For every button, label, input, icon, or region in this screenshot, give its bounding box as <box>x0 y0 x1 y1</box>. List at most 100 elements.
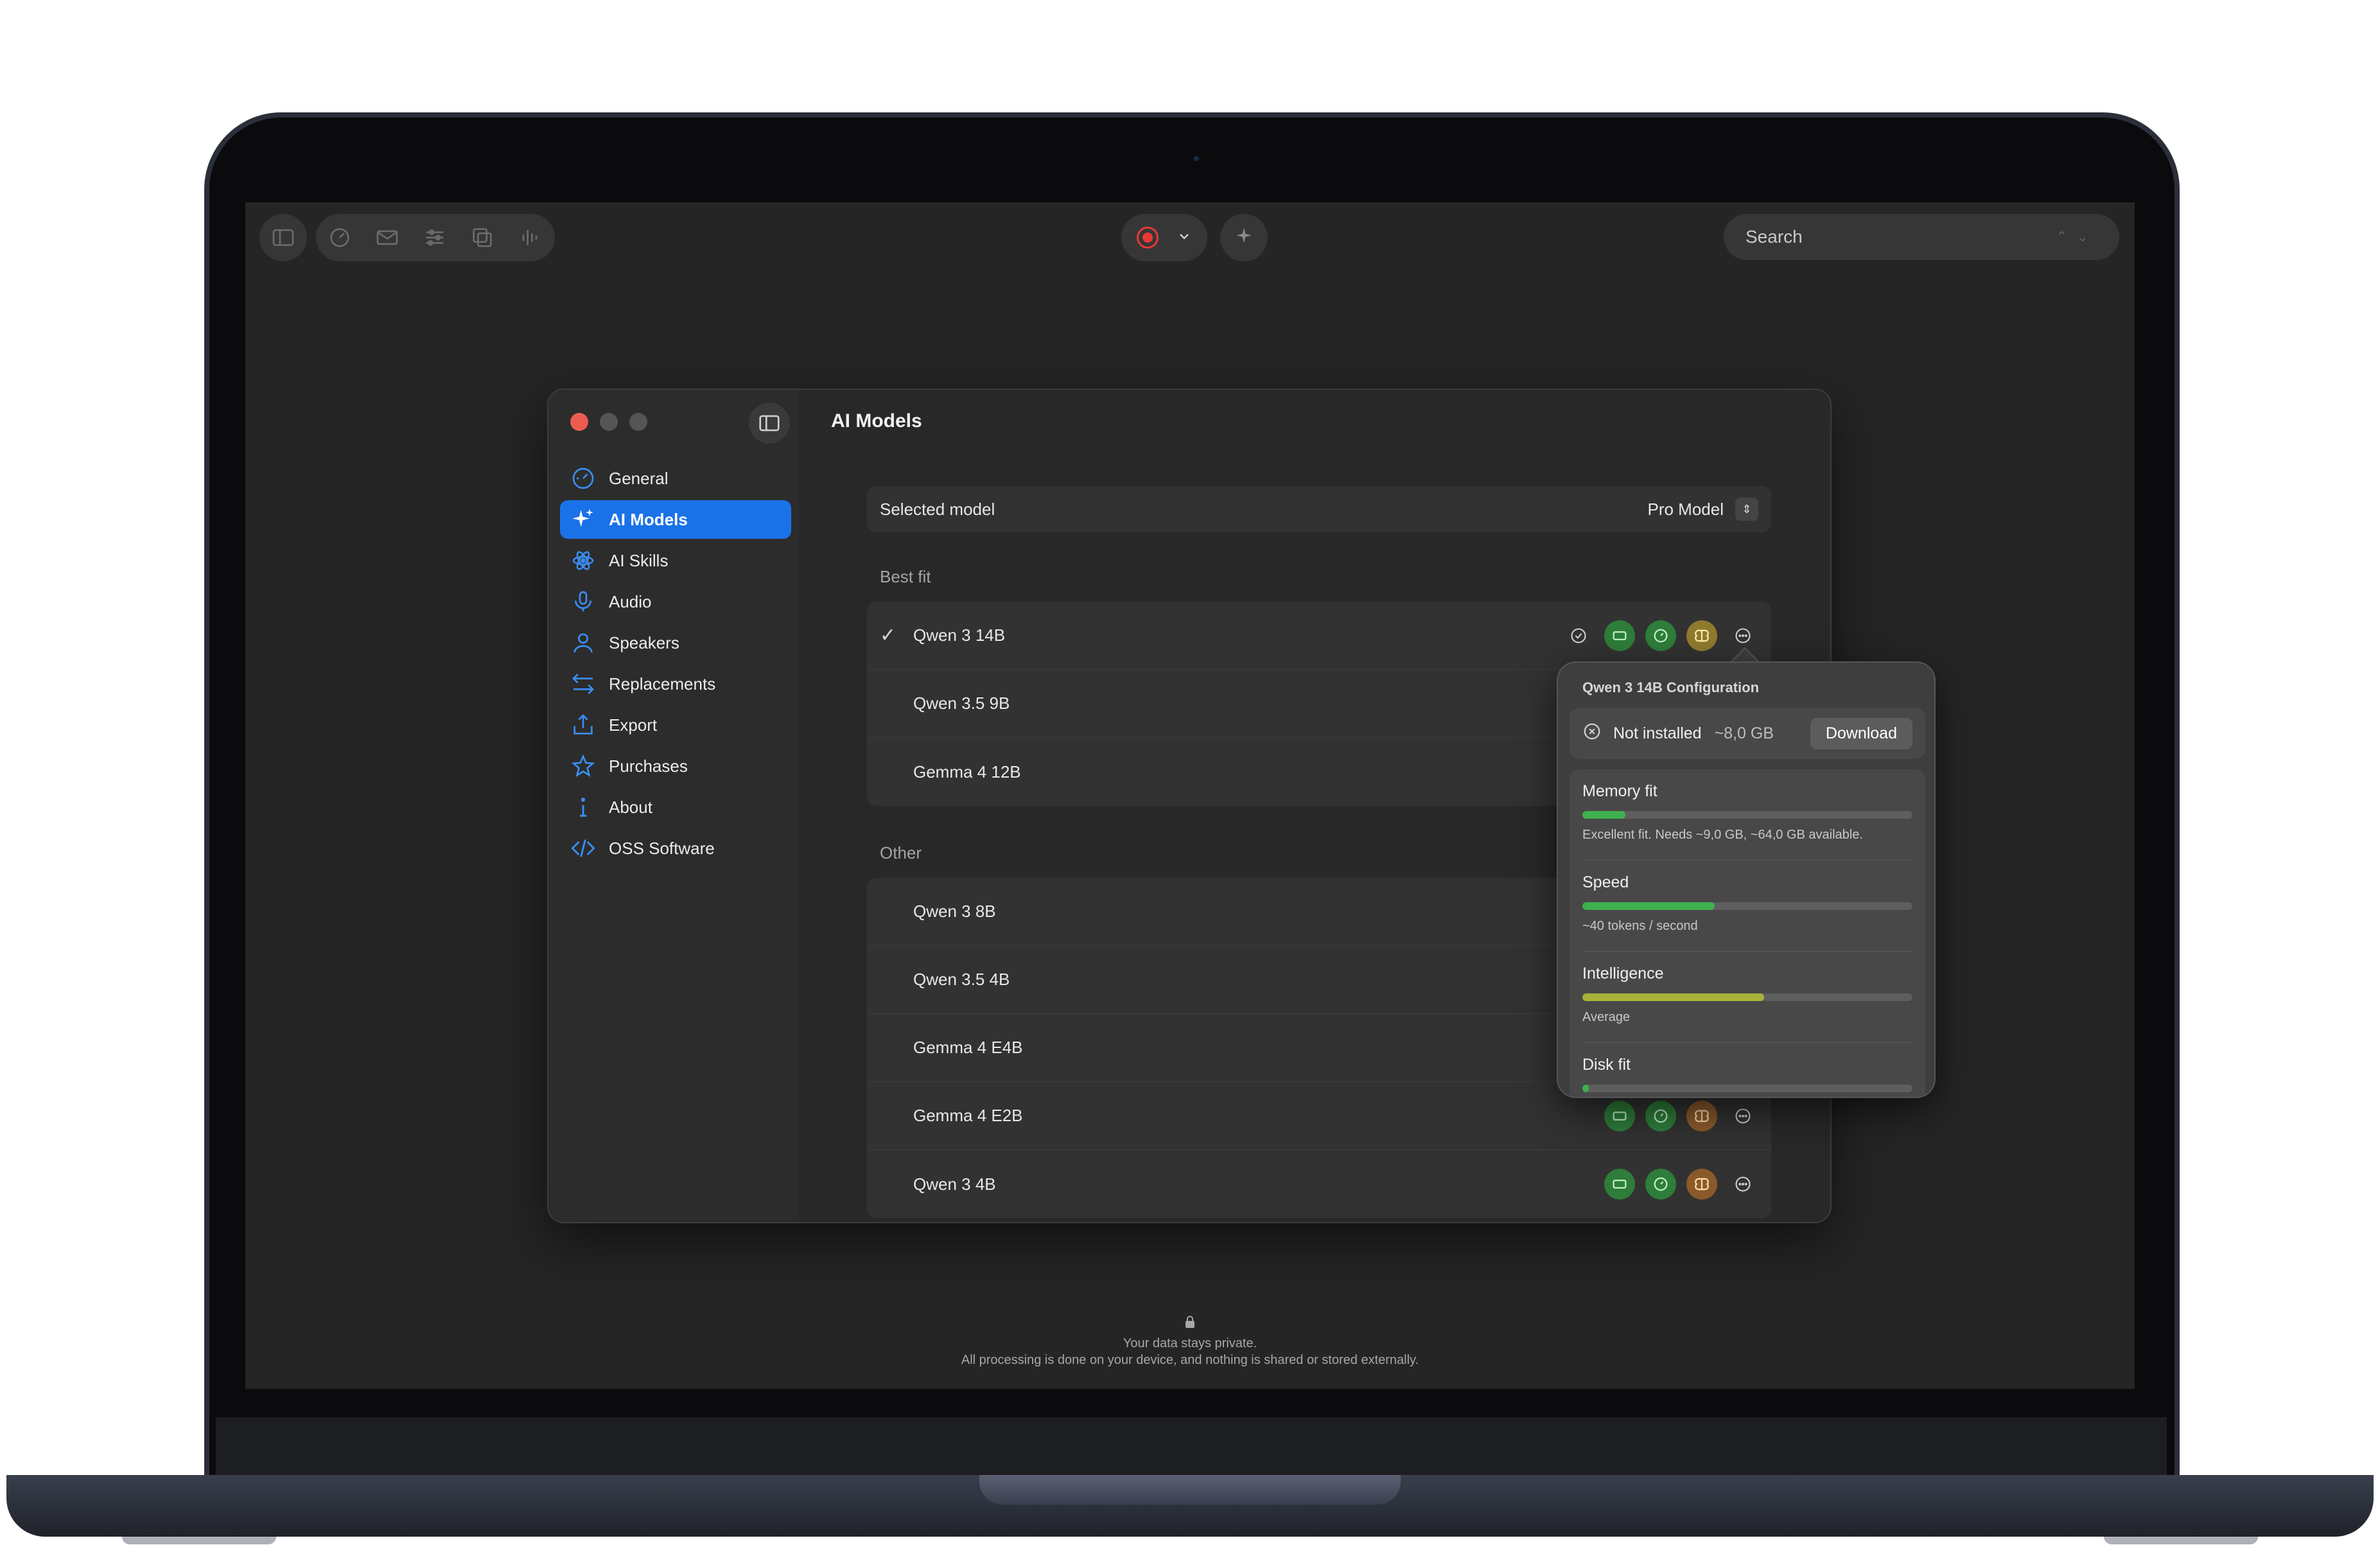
sidebar-item-label: Purchases <box>609 756 688 776</box>
sidebar-item-replacements[interactable]: Replacements <box>560 665 791 703</box>
metric-memory-fit: Memory fit Excellent fit. Needs ~9,0 GB,… <box>1582 769 1912 860</box>
brain-icon <box>1686 1169 1717 1200</box>
sidebar-nav: General AI Models AI Skills Audio Speake… <box>560 459 791 870</box>
gauge-icon <box>569 464 597 493</box>
metrics-list: Memory fit Excellent fit. Needs ~9,0 GB,… <box>1570 769 1925 1097</box>
sidebar-item-label: OSS Software <box>609 838 715 858</box>
page-title: AI Models <box>831 410 922 432</box>
other-heading: Other <box>880 843 922 862</box>
metric-bar <box>1582 811 1912 819</box>
metric-bar <box>1582 902 1912 910</box>
dashboard-icon[interactable] <box>316 214 363 261</box>
sliders-icon[interactable] <box>411 214 459 261</box>
sidebar-item-ai-models[interactable]: AI Models <box>560 500 791 539</box>
brain-icon <box>1686 620 1717 651</box>
mail-icon[interactable] <box>363 214 411 261</box>
metric-bar <box>1582 993 1912 1001</box>
download-button[interactable]: Download <box>1810 717 1912 749</box>
model-row-qwen3-4b[interactable]: Qwen 3 4B <box>867 1150 1771 1218</box>
model-name: Gemma 4 E2B <box>913 1106 1023 1125</box>
sidebar-item-label: AI Models <box>609 509 688 529</box>
speedometer-icon <box>1645 1100 1676 1131</box>
minimize-button[interactable] <box>600 413 618 431</box>
selected-model-row[interactable]: Selected model Pro Model ⇕ <box>867 486 1771 532</box>
sidebar-item-label: Replacements <box>609 674 716 694</box>
info-icon <box>569 793 597 821</box>
laptop-chin <box>216 1417 2167 1475</box>
sidebar-item-export[interactable]: Export <box>560 706 791 744</box>
memory-chip-icon <box>1604 620 1635 651</box>
metric-label: Speed <box>1582 873 1629 891</box>
metric-label: Intelligence <box>1582 965 1664 982</box>
check-circle-icon <box>1563 620 1594 651</box>
selected-model-value: Pro Model <box>1647 499 1724 519</box>
brain-icon <box>1686 1100 1717 1131</box>
model-name: Qwen 3.5 4B <box>913 970 1010 989</box>
copy-icon[interactable] <box>459 214 506 261</box>
toolbar-group <box>316 214 555 261</box>
model-size: ~8,0 GB <box>1714 724 1774 742</box>
privacy-line-2: All processing is done on your device, a… <box>961 1353 1419 1367</box>
star-icon <box>569 752 597 780</box>
camera <box>1194 156 1199 161</box>
laptop-foot-left <box>122 1537 276 1544</box>
checkmark-icon: ✓ <box>880 625 897 646</box>
x-circle-icon <box>1582 722 1602 746</box>
install-status: Not installed <box>1613 724 1702 742</box>
popover-title: Qwen 3 14B Configuration <box>1582 679 1760 695</box>
model-row-qwen3-14b[interactable]: ✓ Qwen 3 14B <box>867 602 1771 670</box>
more-icon[interactable] <box>1728 1169 1758 1200</box>
record-icon[interactable] <box>1137 227 1159 249</box>
waveform-icon[interactable] <box>506 214 554 261</box>
sidebar-item-label: Speakers <box>609 633 679 652</box>
sidebar-item-speakers[interactable]: Speakers <box>560 624 791 662</box>
ai-sparkle-button[interactable] <box>1220 214 1268 261</box>
zoom-button[interactable] <box>629 413 647 431</box>
sidebar-item-label: AI Skills <box>609 550 669 570</box>
sidebar-item-ai-skills[interactable]: AI Skills <box>560 541 791 580</box>
chevron-down-icon[interactable] <box>1177 229 1192 247</box>
laptop-notch <box>979 1475 1401 1505</box>
atom-icon <box>569 546 597 575</box>
chevron-updown-icon[interactable]: ⇕ <box>1735 498 1758 521</box>
sidebar-item-oss-software[interactable]: OSS Software <box>560 829 791 868</box>
export-icon <box>569 711 597 739</box>
speedometer-icon <box>1645 620 1676 651</box>
close-button[interactable] <box>570 413 588 431</box>
lock-icon <box>245 1316 2135 1332</box>
model-name: Qwen 3 8B <box>913 902 996 921</box>
sidebar-item-purchases[interactable]: Purchases <box>560 747 791 785</box>
search-placeholder: Search <box>1746 227 1803 247</box>
sidebar-toggle-button[interactable] <box>259 214 307 261</box>
more-icon[interactable] <box>1728 620 1758 651</box>
metric-label: Memory fit <box>1582 782 1658 800</box>
metric-speed: Speed ~40 tokens / second <box>1582 860 1912 952</box>
laptop-foot-right <box>2104 1537 2258 1544</box>
metric-bar-fill <box>1582 993 1764 1001</box>
arrows-swap-icon <box>569 670 597 698</box>
model-name: Gemma 4 12B <box>913 762 1021 781</box>
best-fit-heading: Best fit <box>880 567 931 586</box>
sidebar-icon <box>259 214 307 261</box>
install-status-row: Not installed ~8,0 GB Download <box>1570 708 1925 759</box>
sidebar-item-label: Export <box>609 715 658 735</box>
model-name: Qwen 3 4B <box>913 1174 996 1194</box>
sidebar-item-label: About <box>609 797 652 817</box>
speedometer-icon <box>1645 1169 1676 1200</box>
metric-note: ~40 tokens / second <box>1582 919 1698 933</box>
search-input[interactable]: Search ⌃⌄ <box>1724 214 2119 260</box>
more-icon[interactable] <box>1728 1101 1758 1131</box>
memory-chip-icon <box>1604 1100 1635 1131</box>
sidebar-item-audio[interactable]: Audio <box>560 582 791 621</box>
sidebar-toggle-icon[interactable] <box>749 403 790 444</box>
metric-bar <box>1582 1085 1912 1092</box>
model-name: Qwen 3 14B <box>913 625 1006 645</box>
sidebar-item-general[interactable]: General <box>560 459 791 498</box>
sidebar-item-about[interactable]: About <box>560 788 791 826</box>
record-control[interactable] <box>1121 214 1207 261</box>
code-icon <box>569 834 597 862</box>
search-nav-arrows[interactable]: ⌃⌄ <box>2056 229 2097 245</box>
metric-bar-fill <box>1582 811 1625 819</box>
sparkle-icon <box>569 505 597 534</box>
memory-chip-icon <box>1604 1169 1635 1200</box>
